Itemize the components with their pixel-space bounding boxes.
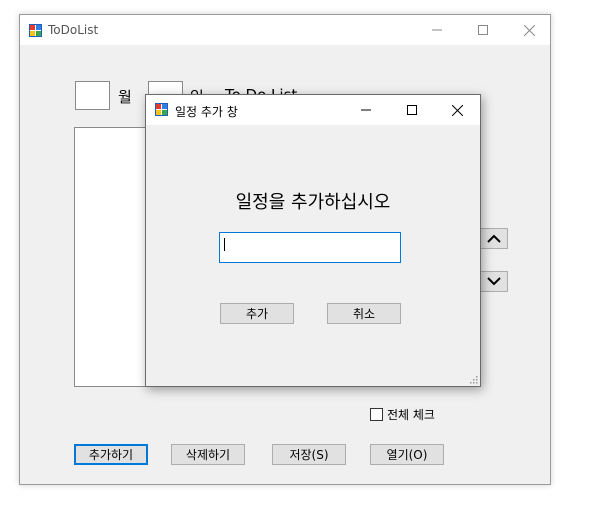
window-title: ToDoList — [48, 23, 99, 37]
dialog-maximize-button[interactable] — [389, 95, 435, 125]
check-all-label[interactable]: 전체 체크 — [387, 406, 435, 423]
maximize-button[interactable] — [460, 15, 506, 45]
check-all-checkbox[interactable] — [370, 408, 383, 421]
resize-grip-icon[interactable] — [468, 374, 478, 384]
chevron-down-icon — [487, 277, 501, 286]
add-schedule-dialog: 일정 추가 창 일정을 추가하십시오 추가 취소 — [145, 94, 481, 387]
maximize-icon — [478, 25, 488, 35]
move-up-button[interactable] — [480, 228, 508, 249]
main-titlebar[interactable]: ToDoList — [20, 15, 550, 45]
dialog-prompt: 일정을 추가하십시오 — [235, 192, 391, 213]
dialog-app-icon — [155, 103, 168, 116]
close-icon — [451, 104, 463, 116]
month-label: 월 — [118, 88, 132, 106]
save-button[interactable]: 저장(S) — [272, 444, 346, 465]
dialog-close-button[interactable] — [434, 95, 480, 125]
dialog-titlebar[interactable]: 일정 추가 창 — [146, 95, 480, 125]
move-down-button[interactable] — [480, 271, 508, 292]
dialog-minimize-button[interactable] — [343, 95, 389, 125]
dialog-title: 일정 추가 창 — [175, 105, 238, 119]
delete-item-button[interactable]: 삭제하기 — [171, 444, 245, 465]
chevron-up-icon — [487, 234, 501, 243]
maximize-icon — [407, 105, 417, 115]
close-button[interactable] — [506, 15, 552, 45]
month-input[interactable] — [75, 81, 110, 110]
close-icon — [523, 24, 535, 36]
minimize-button[interactable] — [414, 15, 460, 45]
dialog-cancel-button[interactable]: 취소 — [327, 303, 401, 324]
minimize-icon — [432, 29, 442, 31]
minimize-icon — [361, 109, 371, 111]
text-caret — [224, 238, 225, 251]
schedule-input[interactable] — [219, 232, 401, 263]
open-button[interactable]: 열기(O) — [370, 444, 444, 465]
add-item-button[interactable]: 추가하기 — [74, 444, 148, 465]
app-icon — [29, 24, 42, 37]
dialog-add-button[interactable]: 추가 — [220, 303, 294, 324]
